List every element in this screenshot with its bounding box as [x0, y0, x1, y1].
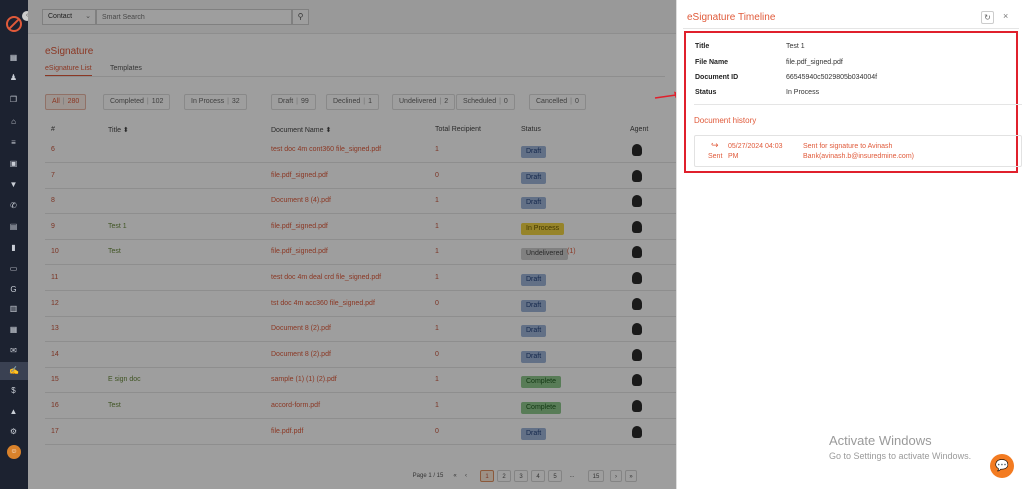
esignature-timeline-panel: eSignature Timeline ↻ × Title Test 1 Fil… — [676, 0, 1024, 489]
sidebar-analytics-icon[interactable]: ▲ — [9, 407, 18, 416]
history-entry: ↪ Sent 05/27/2024 04:03 PM Sent for sign… — [694, 135, 1022, 167]
sidebar-file-icon[interactable]: ▥ — [9, 304, 18, 313]
field-label-status: Status — [695, 89, 717, 96]
sidebar: ‹ ▦ ♟ ❐ ⌂ ≡ ▣ ▼ ✆ ▤ ▮ ▭ G ▥ ▦ ✉ ✍ $ ▲ ⚙ ☺ — [0, 0, 32, 489]
panel-title: eSignature Timeline — [687, 12, 776, 23]
section-divider — [694, 104, 1022, 105]
sidebar-settings-icon[interactable]: ⚙ — [9, 427, 18, 436]
user-avatar[interactable]: ☺ — [7, 445, 21, 459]
sidebar-folder-icon[interactable]: ▭ — [9, 264, 18, 273]
sidebar-grid-icon[interactable]: ▦ — [9, 53, 18, 62]
activate-windows-title: Activate Windows — [829, 433, 932, 448]
panel-divider — [683, 28, 1019, 29]
sidebar-contact-card-icon[interactable]: ▣ — [9, 159, 18, 168]
highlight-box: Title Test 1 File Name file.pdf_signed.p… — [684, 31, 1022, 173]
refresh-button[interactable]: ↻ — [981, 11, 994, 24]
sidebar-mail-icon[interactable]: ✉ — [9, 346, 18, 355]
sidebar-chart-icon[interactable]: ▮ — [9, 243, 18, 252]
sidebar-signature-icon[interactable]: ✍ — [0, 362, 28, 380]
sidebar-bank-icon[interactable]: ⌂ — [9, 117, 18, 126]
field-label-file-name: File Name — [695, 59, 729, 66]
sidebar-users-icon[interactable]: ♟ — [9, 73, 18, 82]
forward-arrow-icon: ↪ — [711, 140, 719, 150]
field-value-file-name: file.pdf_signed.pdf — [786, 59, 843, 66]
sidebar-google-icon[interactable]: G — [9, 285, 18, 294]
activate-windows-subtitle: Go to Settings to activate Windows. — [829, 451, 972, 461]
field-value-document-id: 66545940c5029805b034004f — [786, 74, 878, 81]
field-label-title: Title — [695, 43, 710, 50]
sidebar-stack-icon[interactable]: ❐ — [9, 95, 18, 104]
field-label-document-id: Document ID — [695, 74, 739, 81]
sidebar-dollar-icon[interactable]: $ — [9, 386, 18, 395]
history-description: Sent for signature to Avinash Bank(avina… — [803, 143, 914, 160]
app-logo — [6, 16, 22, 32]
sidebar-megaphone-icon[interactable]: ✆ — [9, 201, 18, 210]
chat-icon: 💬 — [995, 460, 1009, 472]
field-value-title: Test 1 — [786, 43, 805, 50]
field-value-status: In Process — [786, 89, 820, 96]
sidebar-calendar-icon[interactable]: ▦ — [9, 325, 18, 334]
sidebar-filter-icon[interactable]: ▼ — [9, 180, 18, 189]
history-date: 05/27/2024 04:03 PM — [728, 143, 783, 160]
history-action: Sent — [708, 153, 723, 160]
sidebar-list-icon[interactable]: ≡ — [9, 138, 18, 147]
close-button[interactable]: × — [1003, 11, 1008, 21]
sidebar-document-icon[interactable]: ▤ — [9, 222, 18, 231]
modal-backdrop[interactable] — [28, 0, 676, 489]
chat-widget-button[interactable]: 💬 — [990, 454, 1014, 478]
document-history-title: Document history — [694, 116, 757, 125]
close-icon: × — [1003, 11, 1009, 21]
refresh-icon: ↻ — [984, 13, 991, 22]
